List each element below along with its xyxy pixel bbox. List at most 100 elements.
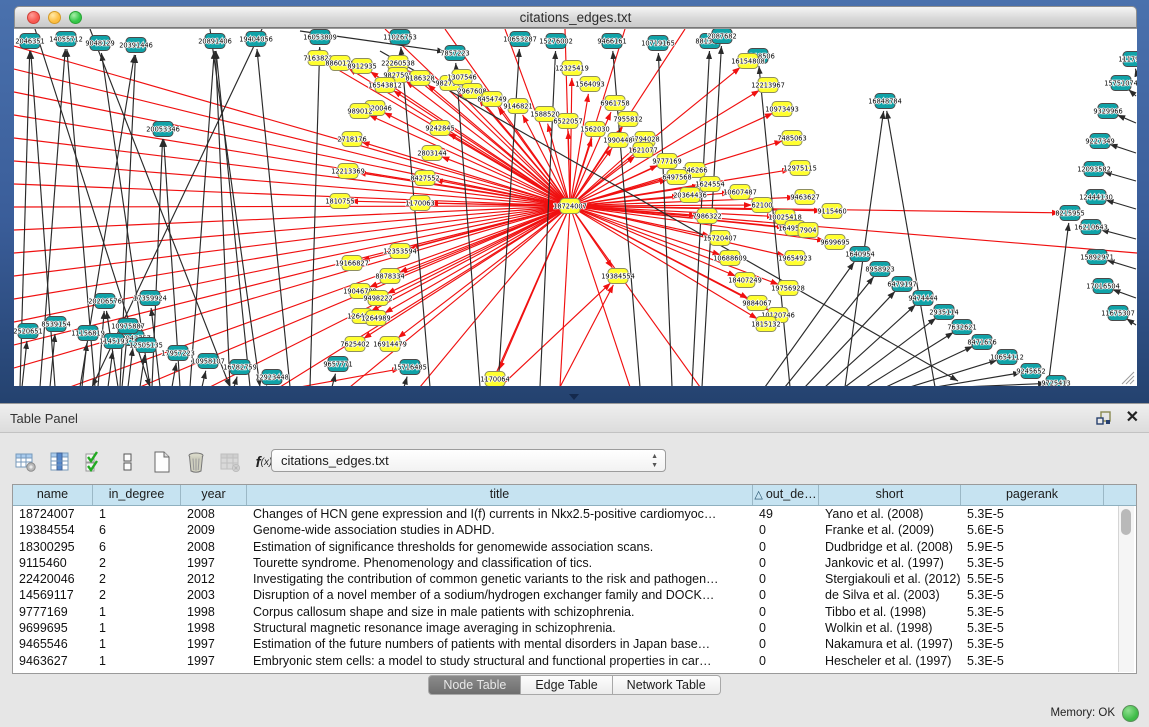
table-cell[interactable]: Dudbridge et al. (2008) [819,539,961,555]
float-panel-icon[interactable] [1096,410,1112,426]
graph-node[interactable]: 989012 [347,104,372,119]
table-row[interactable]: 1830029562008Estimation of significance … [13,539,1136,555]
graph-node[interactable]: 17016504 [1086,279,1120,294]
graph-node[interactable]: 10607487 [723,185,757,200]
table-cell[interactable]: Nakamura et al. (1997) [819,636,961,652]
table-cell[interactable]: Embryonic stem cells: a model to study s… [247,653,753,669]
table-cell[interactable]: Investigating the contribution of common… [247,571,753,587]
table-cell[interactable]: 14569117 [13,587,93,603]
graph-node[interactable]: 9466161 [597,34,626,49]
table-cell[interactable]: 1997 [181,636,247,652]
graph-node[interactable]: 7904 [798,223,818,238]
table-cell[interactable]: 5.3E-5 [961,636,1104,652]
table-cell[interactable]: 0 [753,604,819,620]
graph-node[interactable]: 2718176 [337,132,366,147]
graph-node[interactable]: 1640954 [845,247,874,262]
graph-node[interactable]: 15892971 [1080,250,1114,265]
table-cell[interactable]: Structural magnetic resonance image aver… [247,620,753,636]
resize-grip-icon[interactable] [1130,380,1134,384]
graph-node[interactable]: 9146821 [503,99,532,114]
table-cell[interactable]: 5.3E-5 [961,653,1104,669]
table-selector-dropdown[interactable]: citations_edges.txt ▲▼ [271,449,666,472]
graph-node[interactable]: 9657771 [323,357,352,372]
table-cell[interactable]: 9465546 [13,636,93,652]
graph-node[interactable]: 62100 [752,198,773,213]
table-cell[interactable]: 0 [753,571,819,587]
graph-node[interactable]: 11675307 [1101,306,1135,321]
graph-node[interactable]: 9699695 [820,235,849,250]
graph-node[interactable]: 10688609 [713,251,747,266]
graph-node[interactable]: 1990448 [603,133,632,148]
table-cell[interactable]: 1 [93,653,181,669]
graph-node[interactable]: 17957223 [161,346,195,361]
graph-node[interactable]: 12975115 [783,161,817,176]
table-cell[interactable]: 2012 [181,571,247,587]
table-cell[interactable]: Hescheler et al. (1997) [819,653,961,669]
graph-node[interactable]: 12093582 [1077,162,1111,177]
graph-node[interactable]: 2520651 [14,324,43,339]
network-canvas[interactable]: 2046351140557129048129203914462089140619… [14,28,1137,386]
table-cell[interactable]: 1 [93,604,181,620]
tab-edge-table[interactable]: Edge Table [521,675,612,695]
graph-node[interactable]: 10654112 [990,350,1024,365]
close-panel-icon[interactable]: ✕ [1126,410,1139,426]
graph-node[interactable]: 16782759 [223,360,257,375]
graph-node[interactable]: 20053346 [146,122,180,137]
vertical-scrollbar[interactable] [1118,506,1134,672]
graph-node[interactable]: 9329966 [1093,104,1122,119]
graph-node[interactable]: 12213369 [331,164,365,179]
table-cell[interactable]: 1 [93,506,181,522]
table-cell[interactable]: 9777169 [13,604,93,620]
table-cell[interactable]: 5.3E-5 [961,587,1104,603]
table-cell[interactable]: 0 [753,620,819,636]
graph-node[interactable]: 6961758 [600,96,629,111]
table-cell[interactable]: 18300295 [13,539,93,555]
table-row[interactable]: 977716911998Corpus callosum shape and si… [13,604,1136,620]
graph-node[interactable]: 10719165 [641,36,675,51]
graph-node[interactable]: 15751074 [1104,76,1137,91]
graph-node[interactable]: 12325419 [555,61,589,76]
graph-node[interactable]: 15276002 [539,34,573,49]
graph-node[interactable]: 1564093 [575,77,604,92]
graph-node[interactable]: 9227349 [1085,134,1114,149]
table-cell[interactable]: 2008 [181,506,247,522]
table-cell[interactable]: Tibbo et al. (1998) [819,604,961,620]
table-cell[interactable]: Estimation of the future numbers of pati… [247,636,753,652]
graph-node[interactable]: 16914479 [373,337,407,352]
graph-node[interactable]: 16848784 [868,94,902,109]
table-cell[interactable]: 5.9E-5 [961,539,1104,555]
graph-node[interactable]: 20391446 [119,38,153,53]
table-row[interactable]: 1456911722003Disruption of a novel membe… [13,587,1136,603]
table-row[interactable]: 946362711997Embryonic stem cells: a mode… [13,653,1136,669]
column-header-out_de[interactable]: △out_de… [753,485,819,505]
import-table-icon[interactable] [218,450,242,474]
table-row[interactable]: 1938455462009Genome-wide association stu… [13,522,1136,538]
graph-node[interactable]: 9115460 [817,204,846,219]
graph-node[interactable]: 12213967 [751,78,785,93]
graph-node[interactable]: 1170063 [405,196,434,211]
table-cell[interactable]: Changes of HCN gene expression and I(f) … [247,506,753,522]
table-cell[interactable]: 5.5E-5 [961,571,1104,587]
resize-grip-icon[interactable] [1126,376,1134,384]
table-cell[interactable]: 2003 [181,587,247,603]
graph-node[interactable]: 19404056 [239,32,273,47]
table-cell[interactable]: Wolkin et al. (1998) [819,620,961,636]
table-cell[interactable]: 1 [93,636,181,652]
table-cell[interactable]: 9463627 [13,653,93,669]
graph-node[interactable]: 1562030 [580,122,609,137]
table-cell[interactable]: 5.3E-5 [961,620,1104,636]
table-cell[interactable]: 2008 [181,539,247,555]
table-cell[interactable]: 0 [753,653,819,669]
table-cell[interactable]: 9699695 [13,620,93,636]
table-cell[interactable]: 1998 [181,604,247,620]
graph-node[interactable]: 10653287 [503,32,537,47]
graph-node[interactable]: 8215955 [1055,206,1084,221]
table-cell[interactable]: 5.3E-5 [961,506,1104,522]
column-header-title[interactable]: title [247,485,753,505]
show-columns-icon[interactable] [48,450,72,474]
table-cell[interactable]: Estimation of significance thresholds fo… [247,539,753,555]
table-row[interactable]: 911546021997Tourette syndrome. Phenomeno… [13,555,1136,571]
graph-node[interactable]: 7632621 [947,320,976,335]
table-cell[interactable]: 18724007 [13,506,93,522]
table-cell[interactable]: Tourette syndrome. Phenomenology and cla… [247,555,753,571]
